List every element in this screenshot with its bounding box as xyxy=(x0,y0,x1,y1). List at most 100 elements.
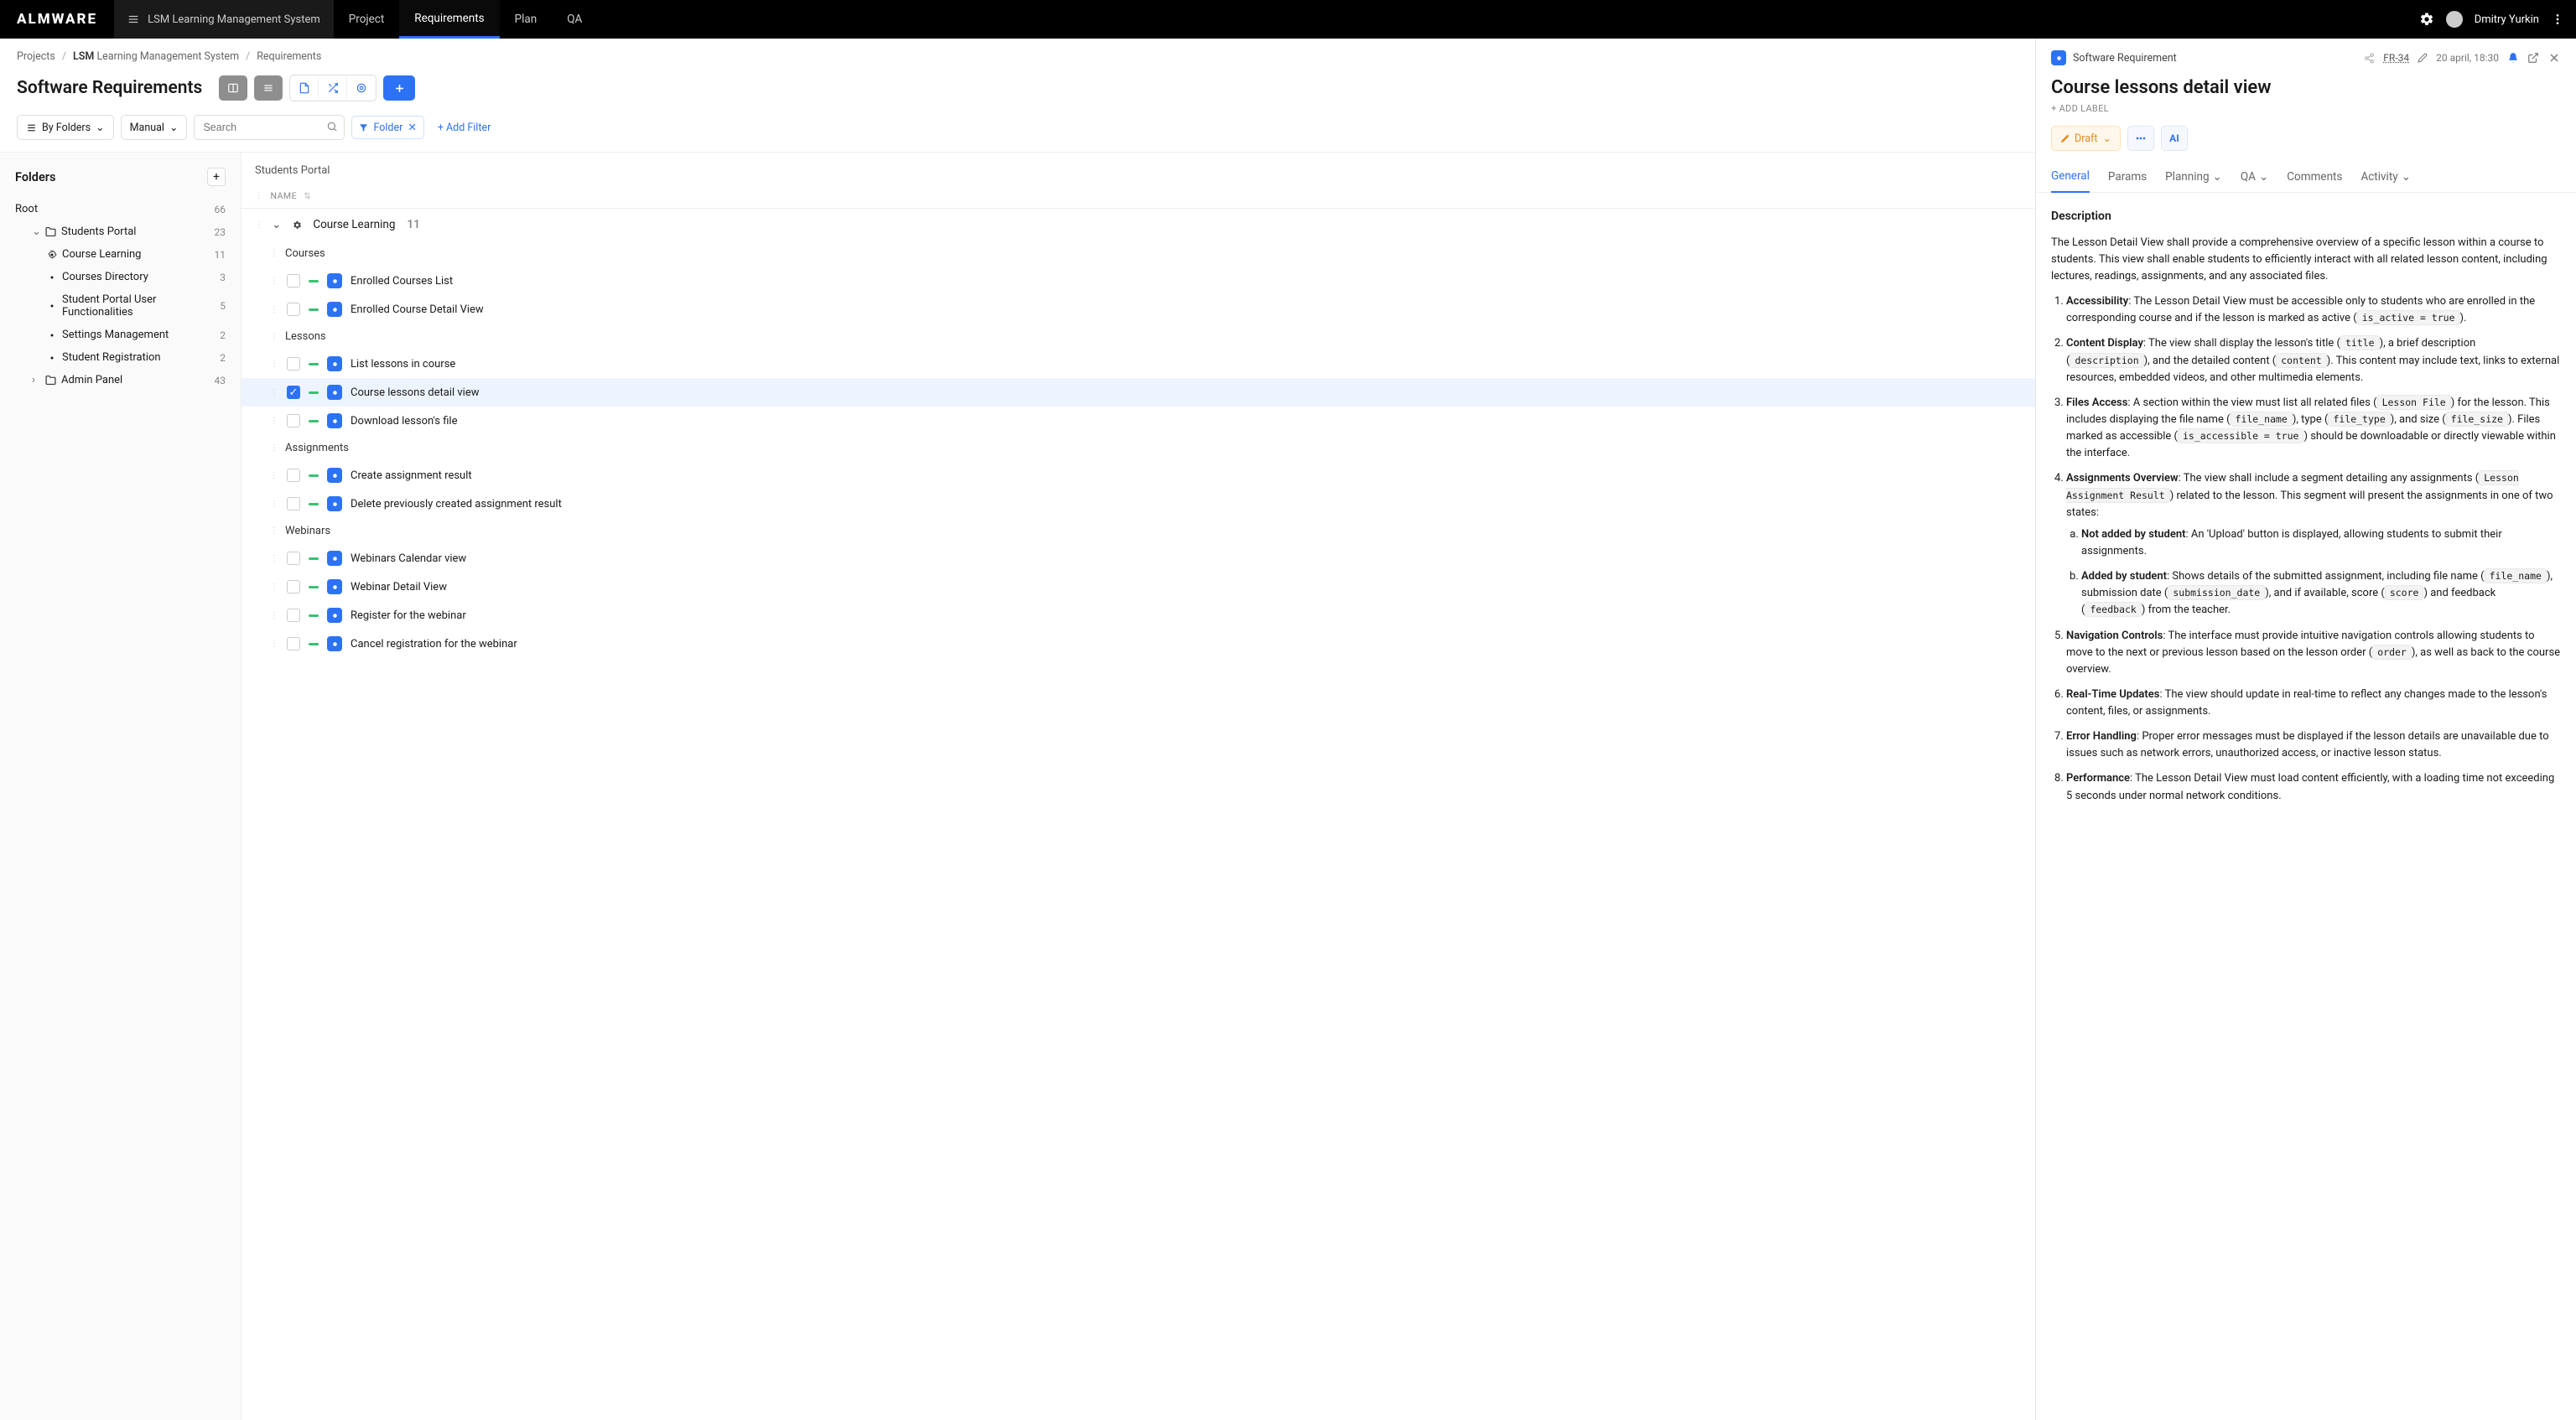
drag-handle-icon[interactable]: ⋮ xyxy=(270,640,278,649)
more-button[interactable] xyxy=(2127,126,2154,151)
user-name[interactable]: Dmitry Yurkin xyxy=(2475,13,2539,26)
view-list-button[interactable] xyxy=(254,75,283,101)
req-create-assignment[interactable]: ⋮Create assignment result xyxy=(242,461,2035,490)
drag-handle-icon[interactable]: ⋮ xyxy=(270,526,278,536)
drag-handle-icon[interactable]: ⋮ xyxy=(270,583,278,592)
req-lesson-detail[interactable]: ⋮✓Course lessons detail view xyxy=(242,378,2035,407)
checkbox[interactable] xyxy=(287,357,300,371)
req-enrolled-course-detail[interactable]: ⋮Enrolled Course Detail View xyxy=(242,295,2035,324)
requirement-id[interactable]: FR-34 xyxy=(2383,52,2409,64)
sort-icon[interactable]: ⇅ xyxy=(304,190,311,201)
tab-qa[interactable]: QA ⌄ xyxy=(2241,163,2268,192)
column-name[interactable]: NAME xyxy=(271,190,298,201)
folder-course-learning[interactable]: Course Learning11 xyxy=(10,243,231,266)
req-enrolled-courses-list[interactable]: ⋮Enrolled Courses List xyxy=(242,267,2035,295)
drag-handle-icon[interactable]: ⋮ xyxy=(270,611,278,620)
tab-activity[interactable]: Activity ⌄ xyxy=(2360,163,2411,192)
folder-students-portal[interactable]: ⌄Students Portal23 xyxy=(10,220,231,243)
checkbox[interactable] xyxy=(287,637,300,650)
chevron-down-icon[interactable]: ⌄ xyxy=(272,218,281,231)
gear-icon[interactable] xyxy=(2419,12,2434,27)
document-icon[interactable] xyxy=(290,75,319,101)
folder-courses-directory[interactable]: Courses Directory3 xyxy=(10,266,231,288)
req-webinar-detail[interactable]: ⋮Webinar Detail View xyxy=(242,573,2035,601)
tab-planning[interactable]: Planning ⌄ xyxy=(2165,163,2222,192)
drag-handle-icon[interactable]: ⋮ xyxy=(270,417,278,426)
external-link-icon[interactable] xyxy=(2527,52,2539,64)
share-icon[interactable] xyxy=(2364,53,2375,64)
close-icon[interactable] xyxy=(2547,51,2561,65)
priority-icon xyxy=(309,420,319,422)
checkbox[interactable]: ✓ xyxy=(287,386,300,399)
bell-icon[interactable] xyxy=(2507,52,2519,64)
req-download-lesson[interactable]: ⋮Download lesson's file xyxy=(242,407,2035,435)
manual-dropdown[interactable]: Manual ⌄ xyxy=(121,115,188,140)
project-switcher[interactable]: LSM Learning Management System xyxy=(114,0,334,39)
shuffle-icon[interactable] xyxy=(319,75,347,101)
description-list: Accessibility: The Lesson Detail View mu… xyxy=(2051,293,2561,805)
folder-student-reg[interactable]: Student Registration2 xyxy=(10,346,231,369)
drag-handle-icon[interactable]: ⋮ xyxy=(270,360,278,369)
drag-handle-icon[interactable]: ⋮ xyxy=(270,471,278,480)
req-webinar-calendar[interactable]: ⋮Webinars Calendar view xyxy=(242,544,2035,573)
nav-requirements[interactable]: Requirements xyxy=(399,0,499,39)
breadcrumb-projects[interactable]: Projects xyxy=(17,50,55,63)
target-icon[interactable] xyxy=(347,75,376,101)
req-list-lessons[interactable]: ⋮List lessons in course xyxy=(242,350,2035,378)
folder-user-functionalities[interactable]: Student Portal User Functionalities5 xyxy=(10,288,231,324)
checkbox[interactable] xyxy=(287,497,300,510)
drag-handle-icon[interactable]: ⋮ xyxy=(270,249,278,258)
req-cancel-webinar[interactable]: ⋮Cancel registration for the webinar xyxy=(242,630,2035,658)
add-folder-button[interactable]: + xyxy=(207,168,226,186)
checkbox[interactable] xyxy=(287,303,300,316)
checkbox[interactable] xyxy=(287,414,300,428)
nav-plan[interactable]: Plan xyxy=(500,0,553,39)
checkbox[interactable] xyxy=(287,580,300,593)
brand-logo[interactable]: ALMWARE xyxy=(0,11,114,28)
drag-handle-icon[interactable]: ⋮ xyxy=(270,332,278,341)
nav-qa[interactable]: QA xyxy=(552,0,597,39)
view-split-button[interactable] xyxy=(219,75,247,101)
breadcrumb-section[interactable]: Requirements xyxy=(257,50,321,63)
folder-filter-chip[interactable]: Folder ✕ xyxy=(351,116,423,139)
search-input[interactable] xyxy=(194,115,345,140)
drag-handle-icon[interactable]: ⋮ xyxy=(270,554,278,563)
checkbox[interactable] xyxy=(287,609,300,622)
tab-params[interactable]: Params xyxy=(2108,163,2147,192)
drag-handle-icon[interactable]: ⋮ xyxy=(270,500,278,509)
search-icon[interactable] xyxy=(326,121,338,132)
req-register-webinar[interactable]: ⋮Register for the webinar xyxy=(242,601,2035,630)
folder-admin-panel[interactable]: ›Admin Panel43 xyxy=(10,369,231,391)
folder-icon xyxy=(45,375,56,386)
breadcrumb: Projects / LSM Learning Management Syste… xyxy=(0,39,2035,71)
tab-comments[interactable]: Comments xyxy=(2287,163,2342,192)
checkbox[interactable] xyxy=(287,274,300,288)
checkbox[interactable] xyxy=(287,552,300,565)
group-course-learning[interactable]: ⋮ ⌄ Course Learning 11 xyxy=(242,209,2035,241)
by-folders-dropdown[interactable]: By Folders ⌄ xyxy=(17,115,114,140)
drag-handle-icon[interactable]: ⋮ xyxy=(255,220,263,230)
folder-settings-mgmt[interactable]: Settings Management2 xyxy=(10,324,231,346)
req-delete-assignment[interactable]: ⋮Delete previously created assignment re… xyxy=(242,490,2035,518)
status-chip[interactable]: Draft ⌄ xyxy=(2051,126,2121,151)
chevron-down-icon: ⌄ xyxy=(2102,132,2111,145)
add-filter-button[interactable]: + Add Filter xyxy=(431,122,498,134)
drag-handle-icon[interactable]: ⋮ xyxy=(270,277,278,286)
more-vert-icon[interactable] xyxy=(2551,13,2564,26)
folder-root[interactable]: Root66 xyxy=(10,198,231,220)
close-icon[interactable]: ✕ xyxy=(408,121,416,134)
pencil-icon[interactable] xyxy=(2418,53,2428,63)
nav-project[interactable]: Project xyxy=(334,0,400,39)
add-button[interactable] xyxy=(383,75,415,101)
breadcrumb-project[interactable]: LSM Learning Management System xyxy=(73,50,239,63)
chevron-right-icon: › xyxy=(32,374,40,386)
ai-button[interactable]: AI xyxy=(2161,126,2188,151)
drag-handle-icon[interactable]: ⋮ xyxy=(270,388,278,397)
priority-icon xyxy=(309,643,319,645)
add-label-button[interactable]: + ADD LABEL xyxy=(2036,101,2576,126)
drag-handle-icon[interactable]: ⋮ xyxy=(270,443,278,453)
avatar-icon[interactable] xyxy=(2446,11,2463,28)
checkbox[interactable] xyxy=(287,469,300,482)
drag-handle-icon[interactable]: ⋮ xyxy=(270,305,278,314)
tab-general[interactable]: General xyxy=(2051,163,2090,193)
